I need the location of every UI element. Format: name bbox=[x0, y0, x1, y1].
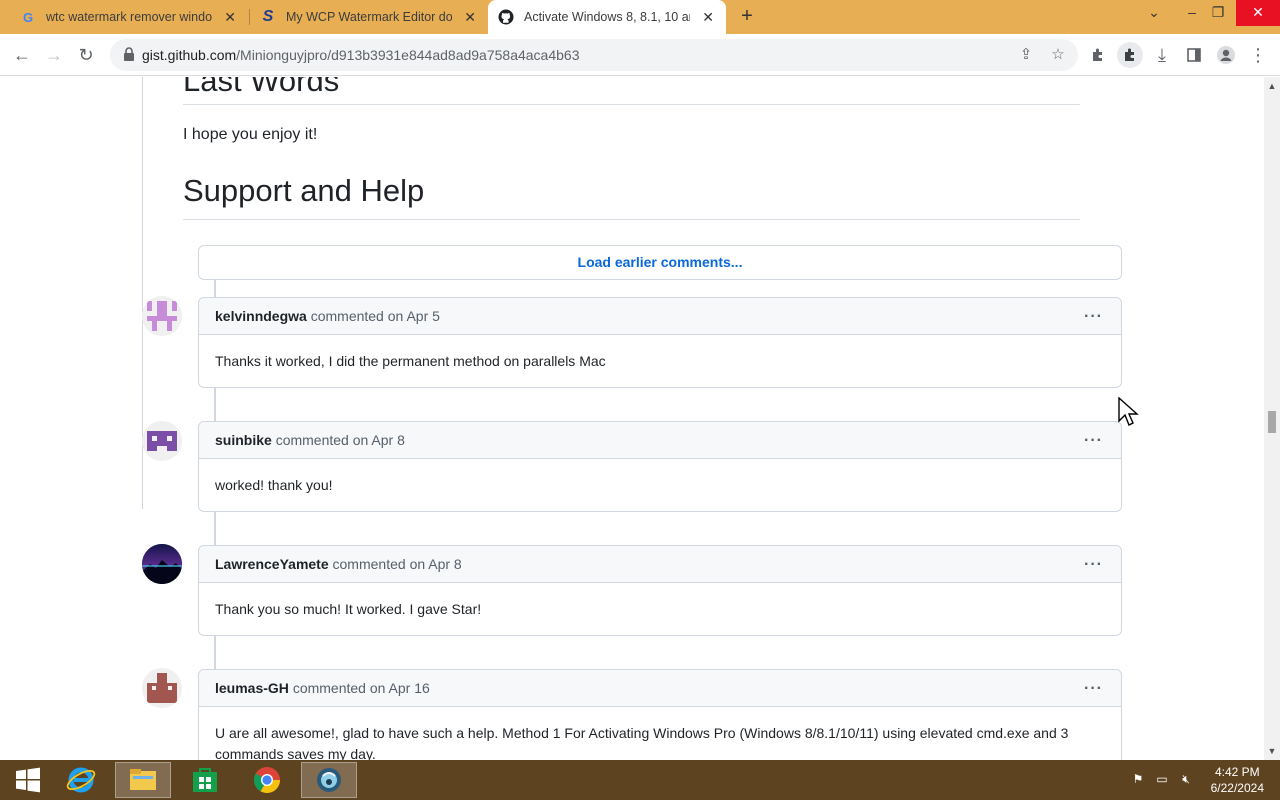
menu-kebab-icon[interactable]: ⋮ bbox=[1245, 42, 1271, 68]
tab-title: wtc watermark remover window bbox=[46, 10, 213, 24]
page-scrollbar[interactable]: ▲ ▼ bbox=[1264, 77, 1280, 760]
comment-date[interactable]: on Apr 8 bbox=[353, 432, 405, 448]
avatar[interactable] bbox=[142, 421, 182, 461]
active-app-icon[interactable] bbox=[301, 762, 357, 798]
timeline-line bbox=[214, 511, 216, 545]
comment-options-icon[interactable]: ··· bbox=[1084, 670, 1103, 707]
comment-action: commented bbox=[310, 308, 384, 324]
comment-action: commented bbox=[275, 432, 349, 448]
share-icon[interactable]: ⇪ bbox=[1016, 45, 1036, 65]
profile-avatar-icon[interactable] bbox=[1213, 42, 1239, 68]
back-icon[interactable]: ← bbox=[9, 42, 35, 68]
comment-options-icon[interactable]: ··· bbox=[1084, 298, 1103, 335]
comment-date[interactable]: on Apr 5 bbox=[388, 308, 440, 324]
reload-icon[interactable]: ↻ bbox=[73, 42, 99, 68]
page-viewport: Last Words I hope you enjoy it! Support … bbox=[0, 77, 1264, 760]
system-clock[interactable]: 4:42 PM 6/22/2024 bbox=[1211, 764, 1264, 796]
comment-author[interactable]: leumas-GH bbox=[215, 680, 289, 696]
timeline-line bbox=[214, 387, 216, 421]
paragraph-enjoy: I hope you enjoy it! bbox=[183, 126, 318, 143]
avatar[interactable] bbox=[142, 668, 182, 708]
forward-icon[interactable]: → bbox=[41, 42, 67, 68]
browser-toolbar: ← → ↻ gist.github.com/Minionguyjpro/d913… bbox=[0, 34, 1280, 76]
github-icon bbox=[498, 9, 514, 25]
address-bar[interactable]: gist.github.com/Minionguyjpro/d913b3931e… bbox=[110, 39, 1078, 71]
windows-taskbar: ⚑ ▭ 🔇︎ 4:42 PM 6/22/2024 bbox=[0, 760, 1280, 800]
download-icon[interactable]: ⤓ bbox=[1149, 42, 1175, 68]
file-explorer-icon[interactable] bbox=[115, 762, 171, 798]
browser-tab-2[interactable]: S My WCP Watermark Editor dow ✕ bbox=[250, 0, 488, 34]
close-tab-icon[interactable]: ✕ bbox=[462, 9, 478, 26]
comment-author[interactable]: LawrenceYamete bbox=[215, 556, 329, 572]
clock-time: 4:42 PM bbox=[1214, 765, 1260, 779]
network-icon[interactable]: ▭ bbox=[1154, 772, 1170, 788]
extensions-icon[interactable] bbox=[1085, 42, 1111, 68]
clock-date: 6/22/2024 bbox=[1210, 781, 1264, 795]
comment-options-icon[interactable]: ··· bbox=[1084, 546, 1103, 583]
restore-button[interactable]: ❐ bbox=[1200, 0, 1236, 26]
comment-date[interactable]: on Apr 8 bbox=[410, 556, 462, 572]
google-icon: G bbox=[22, 9, 34, 25]
close-tab-icon[interactable]: ✕ bbox=[700, 9, 716, 26]
scroll-thumb[interactable] bbox=[1268, 411, 1276, 433]
heading-last-words: Last Words bbox=[183, 77, 340, 98]
new-tab-button[interactable]: + bbox=[734, 5, 760, 29]
url-domain: gist.github.com bbox=[142, 47, 237, 63]
load-earlier-comments-button[interactable]: Load earlier comments... bbox=[198, 245, 1122, 280]
comment: LawrenceYamete commented on Apr 8 ··· Th… bbox=[198, 545, 1122, 636]
s-icon: S bbox=[262, 8, 274, 25]
tab-title: My WCP Watermark Editor dow bbox=[286, 10, 453, 24]
side-panel-icon[interactable] bbox=[1181, 42, 1207, 68]
scroll-up-icon[interactable]: ▲ bbox=[1264, 79, 1280, 93]
comment-options-icon[interactable]: ··· bbox=[1084, 422, 1103, 459]
tab-search-icon[interactable]: ⌄ bbox=[1136, 0, 1172, 26]
heading-rule bbox=[183, 219, 1080, 220]
comment-action: commented bbox=[292, 680, 366, 696]
comment: kelvinndegwa commented on Apr 5 ··· Than… bbox=[198, 297, 1122, 388]
comment-author[interactable]: suinbike bbox=[215, 432, 272, 448]
volume-muted-icon[interactable]: 🔇︎ bbox=[1178, 772, 1194, 788]
chrome-icon[interactable] bbox=[239, 762, 295, 798]
mouse-cursor-icon bbox=[1118, 397, 1139, 426]
action-center-flag-icon[interactable]: ⚑ bbox=[1130, 772, 1146, 788]
comment-header: suinbike commented on Apr 8 ··· bbox=[199, 422, 1121, 459]
heading-rule bbox=[183, 104, 1080, 105]
comment-body: worked! thank you! bbox=[215, 477, 333, 493]
bookmark-star-icon[interactable]: ☆ bbox=[1048, 45, 1068, 65]
comment-header: leumas-GH commented on Apr 16 ··· bbox=[199, 670, 1121, 707]
comment-body: Thank you so much! It worked. I gave Sta… bbox=[215, 601, 482, 617]
url-path: /Minionguyjpro/d913b3931e844ad8ad9a758a4… bbox=[236, 47, 580, 63]
comment-date[interactable]: on Apr 16 bbox=[370, 680, 430, 696]
tab-title: Activate Windows 8, 8.1, 10 and bbox=[524, 10, 691, 24]
comment-header: LawrenceYamete commented on Apr 8 ··· bbox=[199, 546, 1121, 583]
start-button[interactable] bbox=[0, 762, 56, 798]
browser-tab-3[interactable]: Activate Windows 8, 8.1, 10 and ✕ bbox=[488, 0, 726, 34]
url-text: gist.github.com/Minionguyjpro/d913b3931e… bbox=[142, 47, 579, 63]
avatar[interactable] bbox=[142, 296, 182, 336]
comment-body: Thanks it worked, I did the permanent me… bbox=[215, 353, 606, 369]
store-icon[interactable] bbox=[177, 762, 233, 798]
comment-header: kelvinndegwa commented on Apr 5 ··· bbox=[199, 298, 1121, 335]
comment: leumas-GH commented on Apr 16 ··· U are … bbox=[198, 669, 1122, 760]
avatar[interactable] bbox=[142, 544, 182, 584]
timeline-line bbox=[214, 635, 216, 669]
comment-body: U are all awesome!, glad to have such a … bbox=[215, 725, 1069, 760]
comment-author[interactable]: kelvinndegwa bbox=[215, 308, 307, 324]
heading-support: Support and Help bbox=[183, 173, 425, 208]
timeline-line bbox=[214, 280, 216, 297]
comment-action: commented bbox=[332, 556, 406, 572]
lock-icon bbox=[124, 47, 134, 61]
extension-puzzle-active-icon[interactable] bbox=[1117, 42, 1143, 68]
tab-strip: G wtc watermark remover window ✕ S My WC… bbox=[0, 0, 1280, 34]
windows-logo-icon bbox=[16, 767, 40, 793]
close-window-button[interactable]: ✕ bbox=[1236, 0, 1280, 26]
comment: suinbike commented on Apr 8 ··· worked! … bbox=[198, 421, 1122, 512]
internet-explorer-icon[interactable] bbox=[53, 762, 109, 798]
close-tab-icon[interactable]: ✕ bbox=[222, 9, 238, 26]
browser-tab-1[interactable]: G wtc watermark remover window ✕ bbox=[10, 0, 248, 34]
scroll-down-icon[interactable]: ▼ bbox=[1264, 744, 1280, 758]
